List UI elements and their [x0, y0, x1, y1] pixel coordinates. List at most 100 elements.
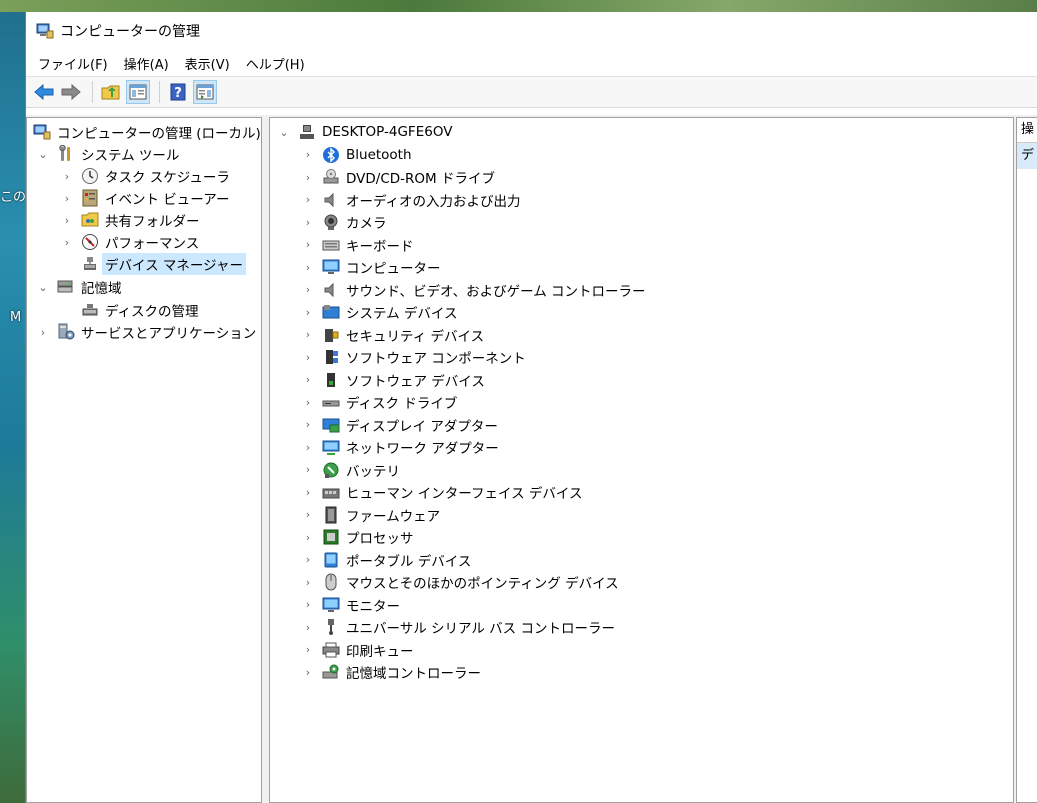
chevron-right-icon[interactable]: ›: [302, 396, 314, 409]
device-category-label: システム デバイス: [346, 306, 458, 322]
performance-icon: [82, 234, 98, 250]
chevron-right-icon[interactable]: ›: [37, 326, 49, 339]
chevron-right-icon[interactable]: ›: [302, 171, 314, 184]
actions-pane-header: 操: [1017, 118, 1037, 143]
chevron-right-icon[interactable]: ›: [302, 643, 314, 656]
menu-action[interactable]: 操作(A): [116, 54, 177, 73]
tree-item-shared-folders[interactable]: › 共有フォルダー: [61, 209, 200, 231]
tree-item-computer-management[interactable]: コンピューターの管理 (ローカル): [33, 121, 261, 143]
device-category-item[interactable]: › ポータブル デバイス: [302, 549, 471, 571]
device-category-item[interactable]: › コンピューター: [302, 256, 441, 278]
chevron-down-icon[interactable]: ⌄: [37, 281, 49, 294]
show-hide-console-tree-button[interactable]: [126, 80, 150, 104]
menu-view[interactable]: 表示(V): [177, 54, 238, 73]
chevron-right-icon[interactable]: ›: [302, 418, 314, 431]
printer-icon: [322, 642, 340, 657]
chevron-right-icon[interactable]: ›: [61, 192, 73, 205]
computer-management-icon: [33, 124, 51, 140]
event-viewer-icon: [82, 189, 98, 207]
device-category-item[interactable]: › ネットワーク アダプター: [302, 436, 499, 458]
title-bar[interactable]: コンピューターの管理: [26, 12, 1037, 50]
device-manager-pane[interactable]: ⌄ DESKTOP-4GFE6OV › Bluetooth › DVD/CD-ROM …: [269, 117, 1014, 803]
device-category-item[interactable]: › ソフトウェア コンポーネント: [302, 346, 526, 368]
device-category-item[interactable]: › サウンド、ビデオ、およびゲーム コントローラー: [302, 279, 646, 301]
up-one-level-button[interactable]: [99, 80, 123, 104]
chevron-down-icon[interactable]: ⌄: [278, 126, 290, 139]
chevron-right-icon[interactable]: ›: [302, 531, 314, 544]
menu-file[interactable]: ファイル(F): [30, 54, 116, 73]
computer-management-icon: [36, 23, 54, 39]
device-category-item[interactable]: › ファームウェア: [302, 504, 440, 526]
chevron-right-icon[interactable]: ›: [302, 666, 314, 679]
device-category-item[interactable]: › ディスプレイ アダプター: [302, 414, 498, 436]
device-category-item[interactable]: › DVD/CD-ROM ドライブ: [302, 166, 495, 188]
chevron-right-icon[interactable]: ›: [302, 193, 314, 206]
desktop-wallpaper-strip: [0, 0, 1037, 12]
device-category-label: ネットワーク アダプター: [346, 441, 499, 457]
chevron-right-icon[interactable]: ›: [302, 216, 314, 229]
tree-item-services-applications[interactable]: › サービスとアプリケーション: [37, 321, 256, 343]
chevron-right-icon[interactable]: ›: [302, 351, 314, 364]
forward-button[interactable]: [59, 80, 83, 104]
device-category-label: ソフトウェア コンポーネント: [346, 351, 526, 367]
chevron-right-icon[interactable]: ›: [302, 598, 314, 611]
show-hide-action-pane-button[interactable]: [193, 80, 217, 104]
chevron-right-icon[interactable]: ›: [61, 170, 73, 183]
chevron-right-icon[interactable]: ›: [302, 486, 314, 499]
chevron-right-icon[interactable]: ›: [302, 306, 314, 319]
device-category-item[interactable]: › 記憶域コントローラー: [302, 661, 481, 683]
device-category-label: ファームウェア: [346, 508, 441, 525]
device-category-item[interactable]: › ユニバーサル シリアル バス コントローラー: [302, 616, 615, 638]
actions-pane[interactable]: 操 デ: [1016, 117, 1037, 803]
device-category-item[interactable]: › システム デバイス: [302, 301, 457, 323]
device-category-item[interactable]: › プロセッサ: [302, 526, 414, 548]
chevron-right-icon[interactable]: ›: [61, 214, 73, 227]
device-category-item[interactable]: › 印刷キュー: [302, 639, 414, 661]
device-category-item[interactable]: › ヒューマン インターフェイス デバイス: [302, 481, 583, 503]
device-category-item[interactable]: › カメラ: [302, 211, 387, 233]
console-tree-pane[interactable]: コンピューターの管理 (ローカル) ⌄ システム ツール › タスク スケジュー…: [26, 117, 262, 803]
portable-device-icon: [324, 552, 338, 567]
chevron-right-icon[interactable]: ›: [302, 148, 314, 161]
desktop-text-fragment: M: [10, 310, 22, 325]
chevron-right-icon[interactable]: ›: [302, 463, 314, 476]
chevron-right-icon[interactable]: ›: [302, 328, 314, 341]
device-tree-root[interactable]: ⌄ DESKTOP-4GFE6OV: [278, 121, 452, 143]
back-button[interactable]: [32, 80, 56, 104]
tree-item-disk-management[interactable]: ディスクの管理: [81, 299, 199, 321]
chevron-right-icon[interactable]: ›: [302, 283, 314, 296]
device-category-item[interactable]: › キーボード: [302, 234, 414, 256]
chevron-right-icon[interactable]: ›: [302, 261, 314, 274]
chevron-right-icon[interactable]: ›: [61, 236, 73, 249]
chevron-right-icon[interactable]: ›: [302, 373, 314, 386]
chevron-right-icon[interactable]: ›: [302, 238, 314, 251]
system-device-icon: [322, 305, 340, 319]
device-category-item[interactable]: › バッテリ: [302, 459, 400, 481]
bluetooth-icon: [323, 146, 339, 163]
device-category-item[interactable]: › オーディオの入力および出力: [302, 189, 521, 211]
tree-item-event-viewer[interactable]: › イベント ビューアー: [61, 187, 229, 209]
chevron-down-icon[interactable]: ⌄: [37, 148, 49, 161]
tree-item-system-tools[interactable]: ⌄ システム ツール: [37, 143, 179, 165]
chevron-right-icon[interactable]: ›: [302, 441, 314, 454]
tree-item-performance[interactable]: › パフォーマンス: [61, 231, 199, 253]
tree-item-device-manager[interactable]: デバイス マネージャー: [81, 253, 246, 275]
tree-item-storage[interactable]: ⌄ 記憶域: [37, 276, 122, 298]
tree-item-task-scheduler[interactable]: › タスク スケジューラ: [61, 165, 230, 187]
device-category-item[interactable]: › マウスとそのほかのポインティング デバイス: [302, 571, 619, 593]
chevron-right-icon[interactable]: ›: [302, 621, 314, 634]
device-category-item[interactable]: › ディスク ドライブ: [302, 391, 458, 413]
chevron-right-icon[interactable]: ›: [302, 553, 314, 566]
actions-pane-item[interactable]: デ: [1017, 143, 1037, 169]
tree-label: タスク スケジューラ: [105, 170, 230, 186]
device-category-label: キーボード: [346, 238, 414, 255]
chevron-right-icon[interactable]: ›: [302, 508, 314, 521]
device-category-item[interactable]: › モニター: [302, 594, 400, 616]
chevron-right-icon[interactable]: ›: [302, 576, 314, 589]
menu-help[interactable]: ヘルプ(H): [238, 54, 313, 73]
device-category-item[interactable]: › セキュリティ デバイス: [302, 324, 484, 346]
help-button[interactable]: ?: [166, 80, 190, 104]
device-category-item[interactable]: › Bluetooth: [302, 144, 412, 166]
device-category-item[interactable]: › ソフトウェア デバイス: [302, 369, 485, 391]
monitor-icon: [322, 597, 340, 612]
